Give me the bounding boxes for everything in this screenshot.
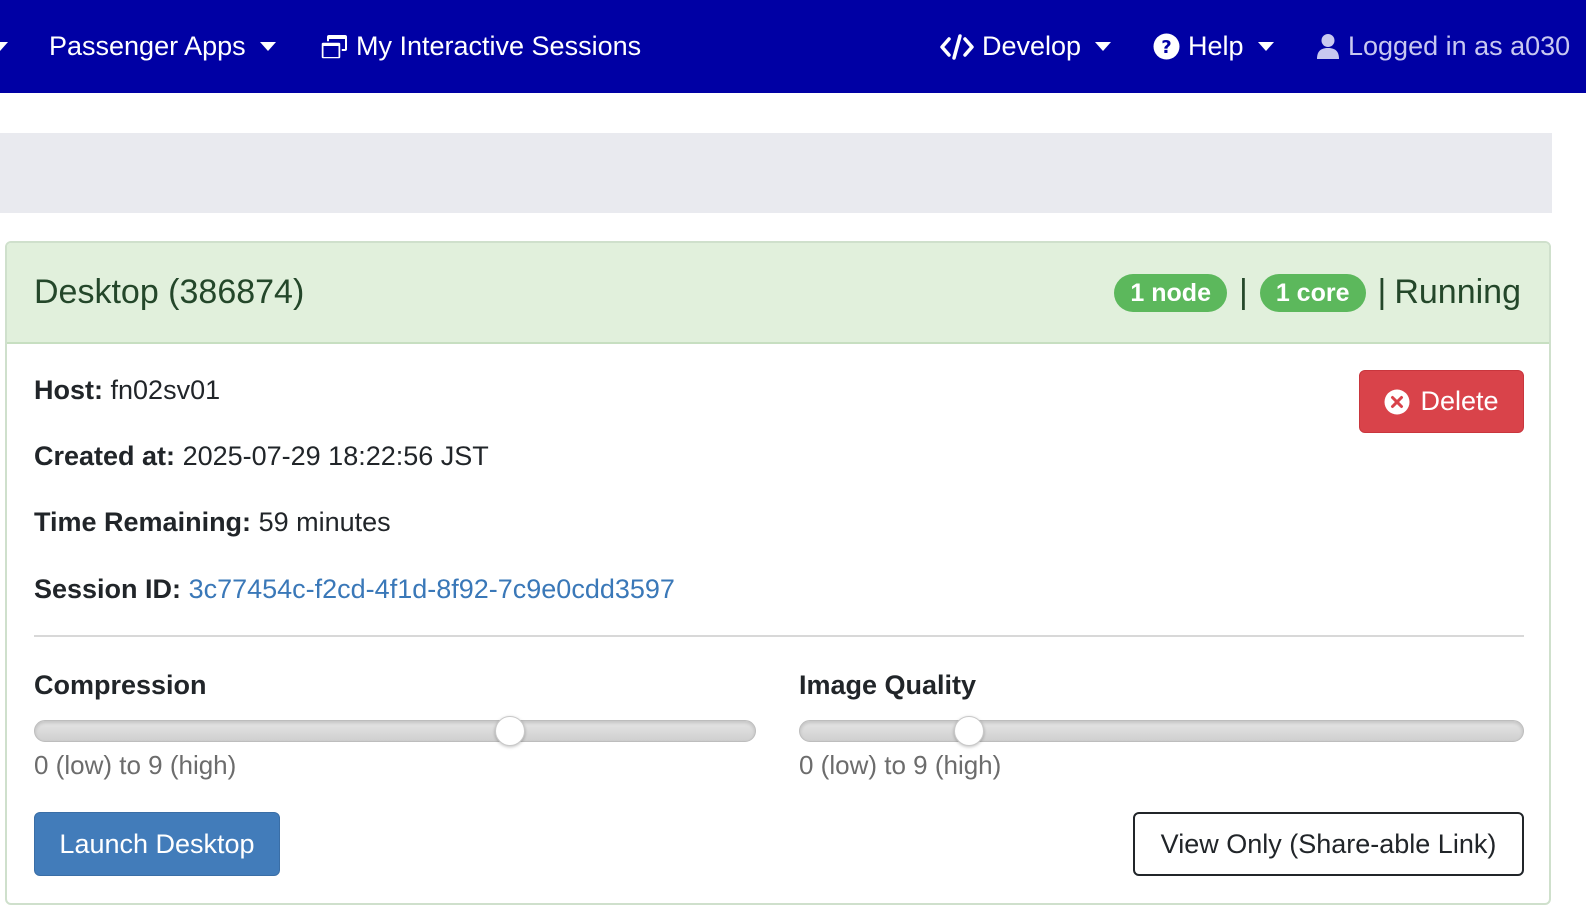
session-id-link[interactable]: 3c77454c-f2cd-4f1d-8f92-7c9e0cdd3597 [189, 574, 675, 604]
created-value: 2025-07-29 18:22:56 JST [182, 441, 489, 471]
chevron-down-icon [1095, 42, 1112, 51]
image-quality-label: Image Quality [799, 670, 977, 700]
divider [34, 635, 1524, 637]
created-label: Created at: [34, 441, 176, 471]
nav-help[interactable]: ? Help [1153, 0, 1274, 93]
nav-user[interactable]: Logged in as a030 [1316, 0, 1570, 93]
nav-develop[interactable]: Develop [940, 0, 1112, 93]
compression-slider[interactable] [34, 716, 756, 746]
chevron-down-icon [259, 42, 276, 51]
created-row: Created at: 2025-07-29 18:22:56 JST [34, 441, 489, 472]
session-id-row: Session ID: 3c77454c-f2cd-4f1d-8f92-7c9e… [34, 574, 675, 605]
compression-label: Compression [34, 670, 207, 700]
session-status-group: 1 node | 1 core | Running [1114, 273, 1521, 312]
question-circle-icon: ? [1153, 33, 1180, 60]
session-title: Desktop (386874) [34, 273, 305, 311]
delete-button[interactable]: Delete [1359, 370, 1524, 433]
launch-desktop-button[interactable]: Launch Desktop [34, 812, 280, 876]
host-value: fn02sv01 [110, 375, 221, 405]
session-id-label: Session ID: [34, 574, 182, 604]
delete-button-label: Delete [1420, 386, 1499, 416]
cores-badge: 1 core [1259, 273, 1366, 312]
view-only-button[interactable]: View Only (Share-able Link) [1133, 812, 1524, 876]
nav-passenger-apps[interactable]: Passenger Apps [49, 0, 276, 93]
nav-dropdown-caret-clipped[interactable] [0, 0, 8, 93]
chevron-down-icon [0, 42, 8, 51]
top-navbar: Passenger Apps My Interactive Sessions D… [0, 0, 1586, 93]
host-label: Host: [34, 375, 103, 405]
nav-develop-label: Develop [982, 31, 1082, 61]
image-quality-slider[interactable] [799, 716, 1524, 746]
nodes-badge: 1 node [1114, 273, 1227, 312]
time-remaining-row: Time Remaining: 59 minutes [34, 507, 391, 538]
image-quality-help: 0 (low) to 9 (high) [799, 750, 1002, 780]
separator: | [1377, 273, 1387, 311]
session-card: Desktop (386874) 1 node | 1 core | Runni… [5, 241, 1551, 905]
nav-help-label: Help [1188, 31, 1244, 61]
nav-passenger-apps-label: Passenger Apps [49, 31, 246, 61]
nav-user-label: Logged in as a030 [1348, 31, 1571, 61]
time-remaining-label: Time Remaining: [34, 507, 252, 537]
time-remaining-value: 59 minutes [258, 507, 391, 537]
image-quality-slider-thumb[interactable] [954, 716, 984, 746]
flash-area [0, 133, 1552, 213]
nav-my-interactive-sessions[interactable]: My Interactive Sessions [320, 0, 641, 93]
compression-help: 0 (low) to 9 (high) [34, 750, 237, 780]
code-icon [940, 33, 974, 60]
host-row: Host: fn02sv01 [34, 375, 220, 406]
separator: | [1238, 273, 1248, 311]
times-circle-icon [1384, 389, 1410, 415]
windows-icon [320, 34, 348, 60]
session-card-header: Desktop (386874) 1 node | 1 core | Runni… [7, 243, 1549, 344]
status-text: Running [1394, 273, 1521, 311]
chevron-down-icon [1257, 42, 1274, 51]
compression-slider-thumb[interactable] [495, 716, 525, 746]
user-icon [1316, 33, 1340, 60]
nav-my-interactive-sessions-label: My Interactive Sessions [356, 31, 642, 61]
svg-text:?: ? [1161, 37, 1171, 58]
